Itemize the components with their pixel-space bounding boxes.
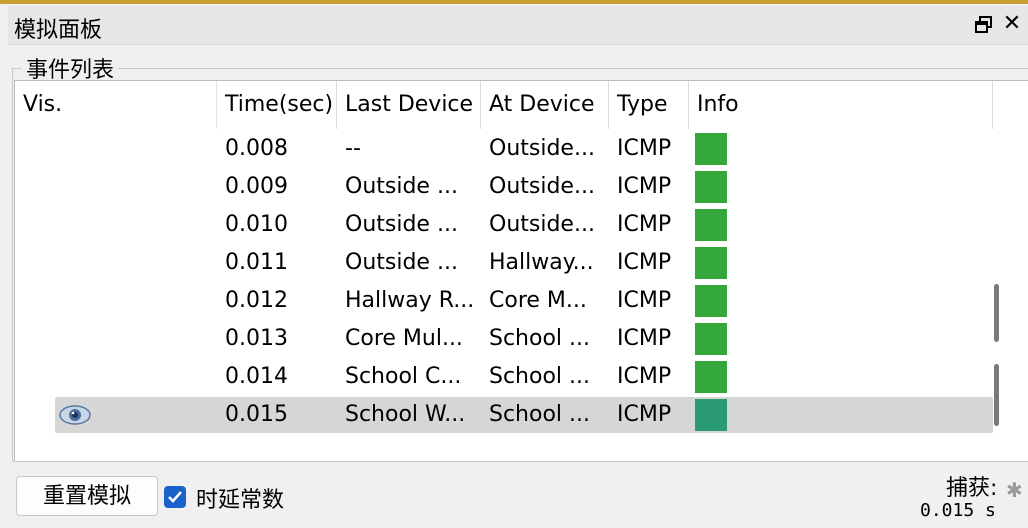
table-row[interactable]: 0.012 Hallway R... Core M... ICMP — [15, 282, 993, 320]
type-cell: ICMP — [617, 402, 672, 427]
table-row[interactable]: 0.010 Outside ... Outside... ICMP — [15, 206, 993, 244]
table-row-selected[interactable]: 0.015 School W... School ... ICMP — [15, 396, 993, 434]
info-color-swatch[interactable] — [695, 247, 727, 279]
type-cell: ICMP — [617, 250, 672, 275]
constant-delay-checkbox[interactable] — [164, 486, 186, 508]
panel-titlebar: 模拟面板 ✕ — [8, 6, 1028, 45]
last-device-cell: -- — [345, 136, 361, 161]
restore-window-icon[interactable] — [974, 15, 994, 35]
table-header: Vis. Time(sec) Last Device At Device Typ… — [15, 81, 993, 129]
info-color-swatch[interactable] — [695, 361, 727, 393]
last-device-cell: Core Mul... — [345, 326, 463, 351]
info-color-swatch[interactable] — [695, 285, 727, 317]
type-cell: ICMP — [617, 364, 672, 389]
table-row[interactable]: 0.008 -- Outside... ICMP — [15, 130, 993, 168]
capture-time-value: 0.015 s — [920, 500, 996, 521]
at-device-cell: Outside... — [489, 174, 595, 199]
type-cell: ICMP — [617, 326, 672, 351]
info-color-swatch[interactable] — [695, 133, 727, 165]
at-device-cell: Outside... — [489, 136, 595, 161]
table-row[interactable]: 0.009 Outside ... Outside... ICMP — [15, 168, 993, 206]
at-device-cell: School ... — [489, 402, 591, 427]
at-device-cell: School ... — [489, 326, 591, 351]
column-header-at-device[interactable]: At Device — [481, 81, 609, 129]
panel-title: 模拟面板 — [14, 18, 103, 43]
type-cell: ICMP — [617, 136, 672, 161]
time-cell: 0.009 — [225, 174, 288, 199]
column-header-time[interactable]: Time(sec) — [217, 81, 337, 129]
table-row[interactable]: 0.014 School C... School ... ICMP — [15, 358, 993, 396]
time-cell: 0.014 — [225, 364, 288, 389]
column-header-info[interactable]: Info — [689, 81, 993, 129]
last-device-cell: Outside ... — [345, 212, 458, 237]
info-color-swatch[interactable] — [695, 171, 727, 203]
last-device-cell: Outside ... — [345, 250, 458, 275]
info-color-swatch[interactable] — [695, 399, 727, 431]
column-header-last-device[interactable]: Last Device — [337, 81, 481, 129]
event-table: Vis. Time(sec) Last Device At Device Typ… — [14, 80, 1028, 461]
info-color-swatch[interactable] — [695, 209, 727, 241]
scrollbar-thumb-upper[interactable] — [994, 284, 999, 342]
table-row[interactable]: 0.013 Core Mul... School ... ICMP — [15, 320, 993, 358]
top-accent-line — [0, 0, 1028, 4]
last-device-cell: Outside ... — [345, 174, 458, 199]
time-cell: 0.008 — [225, 136, 288, 161]
column-header-vis[interactable]: Vis. — [15, 81, 217, 129]
type-cell: ICMP — [617, 288, 672, 313]
time-cell: 0.013 — [225, 326, 288, 351]
scrollbar-thumb-lower[interactable] — [994, 364, 999, 426]
last-device-cell: School C... — [345, 364, 462, 389]
column-header-type[interactable]: Type — [609, 81, 689, 129]
time-cell: 0.010 — [225, 212, 288, 237]
info-color-swatch[interactable] — [695, 323, 727, 355]
at-device-cell: Core M... — [489, 288, 587, 313]
at-device-cell: Outside... — [489, 212, 595, 237]
last-device-cell: School W... — [345, 402, 466, 427]
time-cell: 0.015 — [225, 402, 288, 427]
constant-delay-label[interactable]: 时延常数 — [196, 482, 284, 514]
reset-simulation-button[interactable]: 重置模拟 — [16, 476, 158, 516]
type-cell: ICMP — [617, 174, 672, 199]
close-icon[interactable]: ✕ — [1000, 10, 1024, 38]
table-row[interactable]: 0.011 Outside ... Hallway... ICMP — [15, 244, 993, 282]
at-device-cell: Hallway... — [489, 250, 594, 275]
time-cell: 0.011 — [225, 250, 288, 275]
at-device-cell: School ... — [489, 364, 591, 389]
capture-label: 捕获: — [946, 476, 998, 501]
type-cell: ICMP — [617, 212, 672, 237]
last-device-cell: Hallway R... — [345, 288, 475, 313]
time-cell: 0.012 — [225, 288, 288, 313]
asterisk-icon: ✱ — [1006, 478, 1023, 502]
checkmark-icon — [168, 491, 182, 503]
eye-icon[interactable] — [59, 402, 91, 428]
